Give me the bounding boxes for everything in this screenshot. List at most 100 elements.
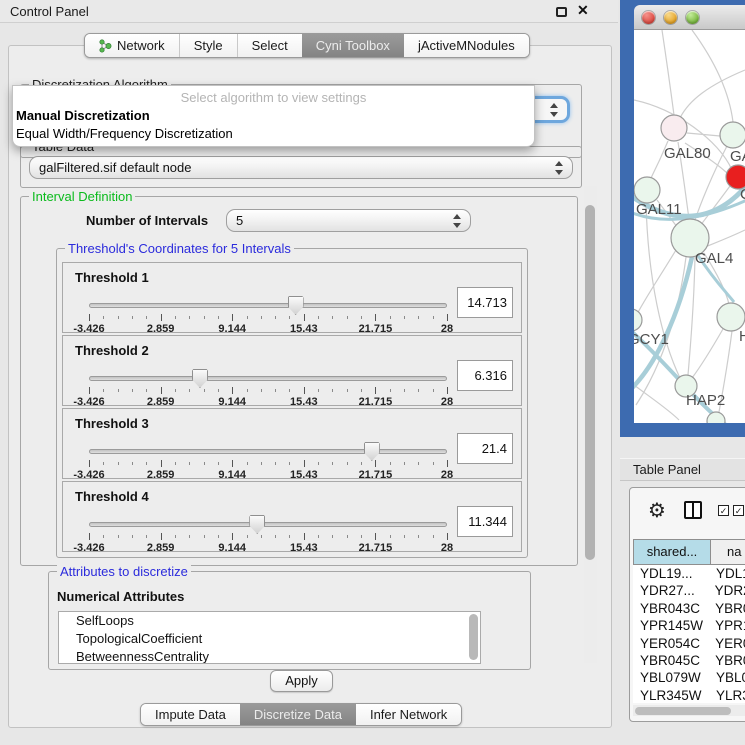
tick-mark [361, 535, 362, 538]
dropdown-option-equal-width[interactable]: Equal Width/Frequency Discretization [15, 126, 532, 143]
cell-shared-name[interactable]: YBL079W [633, 669, 711, 686]
threshold-list: Threshold 1 -3.4262.8599.14415.4321.7152… [62, 262, 522, 554]
node-gal11[interactable] [634, 177, 660, 203]
tab-select[interactable]: Select [237, 34, 302, 57]
slider-handle[interactable] [364, 442, 380, 461]
slider-handle[interactable] [192, 369, 208, 388]
split-columns-icon[interactable] [684, 501, 702, 519]
threshold-slider[interactable]: -3.4262.8599.14415.4321.71528 [89, 442, 447, 478]
node-gal80[interactable] [661, 115, 687, 141]
cell-name[interactable]: YBR0 [710, 600, 745, 617]
tab-infer-network[interactable]: Infer Network [356, 704, 461, 725]
cell-name[interactable]: YBR0 [710, 652, 745, 669]
table-row[interactable]: YDR27...YDR2 [633, 582, 745, 599]
tab-style[interactable]: Style [179, 34, 237, 57]
attributes-list[interactable]: SelfLoopsTopologicalCoefficientBetweenne… [58, 611, 481, 664]
table-data-combobox[interactable]: galFiltered.sif default node [29, 156, 573, 179]
attribute-list-item[interactable]: BetweennessCentrality [59, 648, 480, 664]
cell-name[interactable]: YER0 [710, 635, 745, 652]
tick-mark [332, 389, 333, 392]
cell-name[interactable]: YBL0 [711, 669, 745, 686]
column-header-name[interactable]: na [711, 539, 745, 565]
threshold-slider[interactable]: -3.4262.8599.14415.4321.71528 [89, 296, 447, 332]
tab-discretize-data[interactable]: Discretize Data [240, 704, 356, 725]
cell-name[interactable]: YDR2 [710, 582, 745, 599]
tab-impute-data[interactable]: Impute Data [141, 704, 240, 725]
checkbox-icon[interactable]: ✓ [733, 505, 744, 516]
table-row[interactable]: YDL19...YDL1 [633, 565, 745, 582]
slider-track[interactable] [89, 376, 447, 381]
attribute-list-item[interactable]: TopologicalCoefficient [59, 630, 480, 648]
table-row[interactable]: YER054CYER0 [633, 635, 745, 652]
tab-jactivemnodules[interactable]: jActiveMNodules [404, 34, 529, 57]
tab-network[interactable]: Network [85, 34, 179, 57]
node-partial[interactable] [707, 412, 725, 423]
tick-mark [161, 314, 162, 321]
scrollbar-thumb[interactable] [585, 205, 595, 560]
dropdown-option-manual[interactable]: Manual Discretization [15, 108, 532, 125]
threshold-slider[interactable]: -3.4262.8599.14415.4321.71528 [89, 369, 447, 405]
slider-handle[interactable] [288, 296, 304, 315]
slider-track[interactable] [89, 522, 447, 527]
cell-shared-name[interactable]: YBR043C [633, 600, 710, 617]
cell-shared-name[interactable]: YPR145W [633, 617, 710, 634]
threshold-value-field[interactable]: 11.344 [457, 506, 513, 537]
gear-icon[interactable]: ⚙ [648, 498, 666, 522]
tab-cyni-toolbox[interactable]: Cyni Toolbox [302, 34, 404, 57]
cell-shared-name[interactable]: YDL19... [633, 565, 711, 582]
table-hscrollbar[interactable] [633, 705, 745, 716]
cell-name[interactable]: YDL1 [711, 565, 745, 582]
column-header-shared-name[interactable]: shared... [633, 539, 711, 565]
zoom-traffic-icon[interactable] [686, 11, 699, 24]
slider-ticks [89, 533, 447, 541]
attribute-list-item[interactable]: SelfLoops [59, 612, 480, 630]
threshold-value-field[interactable]: 14.713 [457, 287, 513, 318]
table-row[interactable]: YBR045CYBR0 [633, 652, 745, 669]
table-row[interactable]: YBL079WYBL0 [633, 669, 745, 686]
cell-name[interactable]: YLR3 [711, 687, 745, 703]
node-ga[interactable] [720, 122, 745, 148]
float-window-icon[interactable] [556, 7, 567, 17]
slider-track[interactable] [89, 449, 447, 454]
table-row[interactable]: YLR345WYLR3 [633, 687, 745, 703]
cell-shared-name[interactable]: YER054C [633, 635, 710, 652]
cell-name[interactable]: YPR1 [710, 617, 745, 634]
threshold-slider[interactable]: -3.4262.8599.14415.4321.71528 [89, 515, 447, 551]
tick-mark [418, 535, 419, 538]
tick-mark [318, 389, 319, 392]
tick-mark [375, 460, 376, 467]
threshold-value-field[interactable]: 21.4 [457, 433, 513, 464]
tick-mark [132, 316, 133, 319]
panel-scrollbar[interactable] [584, 186, 597, 663]
slider-handle[interactable] [249, 515, 265, 534]
num-intervals-combobox[interactable]: 5 [226, 209, 471, 232]
cell-shared-name[interactable]: YLR345W [633, 687, 711, 703]
tick-mark [433, 389, 434, 392]
network-window-titlebar[interactable] [634, 5, 745, 30]
tick-label: 2.859 [147, 323, 175, 335]
slider-track[interactable] [89, 303, 447, 308]
tick-label: 9.144 [218, 542, 246, 554]
tick-label: 2.859 [147, 396, 175, 408]
tick-label: 28 [441, 396, 453, 408]
threshold-value-field[interactable]: 6.316 [457, 360, 513, 391]
minimize-traffic-icon[interactable] [664, 11, 677, 24]
group-label: Threshold's Coordinates for 5 Intervals [65, 241, 294, 256]
tick-mark [375, 387, 376, 394]
network-canvas[interactable]: GAL80 GA C GAL11 GAL4 GCY1 H HAP2 [634, 30, 745, 423]
algorithm-dropdown-popup: Select algorithm to view settings Manual… [12, 85, 535, 147]
list-scrollbar[interactable] [469, 614, 478, 660]
threshold-label: Threshold 2 [75, 343, 149, 358]
apply-button[interactable]: Apply [270, 670, 333, 692]
close-icon[interactable]: ✕ [577, 2, 589, 19]
node-gcy1[interactable] [634, 309, 642, 331]
checkbox-icon[interactable]: ✓ [718, 505, 729, 516]
scrollbar-thumb[interactable] [635, 707, 731, 715]
node-h[interactable] [717, 303, 745, 331]
close-traffic-icon[interactable] [642, 11, 655, 24]
tab-label: Network [117, 38, 165, 53]
cell-shared-name[interactable]: YDR27... [633, 582, 710, 599]
table-row[interactable]: YBR043CYBR0 [633, 600, 745, 617]
cell-shared-name[interactable]: YBR045C [633, 652, 710, 669]
table-row[interactable]: YPR145WYPR1 [633, 617, 745, 634]
